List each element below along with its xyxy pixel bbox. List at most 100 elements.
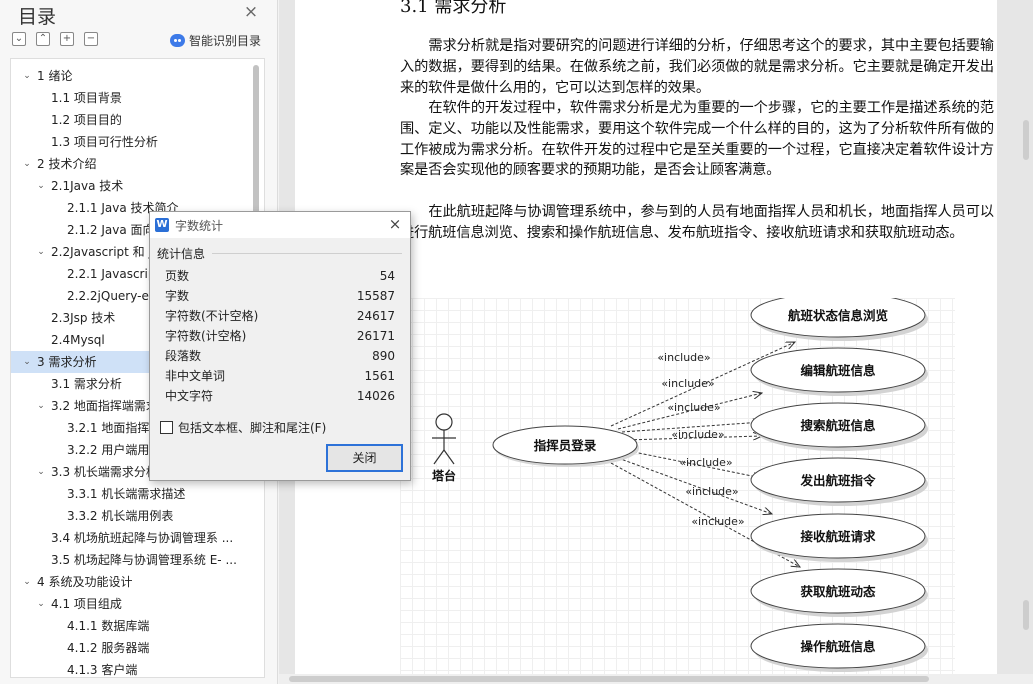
include-label: «include» (679, 456, 732, 469)
chevron-down-icon[interactable]: ⌄ (35, 395, 47, 417)
toc-item[interactable]: 3.3.1 机长端需求描述 (11, 483, 249, 505)
toc-item[interactable]: ⌄ 4.1 项目组成 (11, 593, 249, 615)
toc-item[interactable]: 4.1.3 客户端 (11, 659, 249, 677)
toc-item[interactable]: ⌄ 4 系统及功能设计 (11, 571, 249, 593)
horizontal-scroll-thumb[interactable] (289, 676, 929, 682)
toc-item[interactable]: 1.3 项目可行性分析 (11, 131, 249, 153)
chevron-down-icon[interactable]: ⌄ (35, 241, 47, 263)
chevron-down-icon[interactable]: ⌄ (21, 65, 33, 87)
wps-writer-icon: W (155, 218, 169, 232)
stat-label: 字符数(计空格) (165, 329, 247, 343)
expand-all-button[interactable]: ⌃ (36, 32, 50, 46)
toc-item-label: 2.2.1 Javascript (67, 267, 161, 281)
stat-row: 段落数 890 (165, 346, 395, 366)
stat-label: 非中文单词 (165, 369, 226, 383)
stat-value: 24617 (356, 309, 395, 323)
use-case-label: 获取航班动态 (800, 584, 876, 599)
use-case-label: 航班状态信息浏览 (788, 308, 888, 323)
toc-item[interactable]: 3.5 机场起降与协调管理系统 E- ... (11, 549, 249, 571)
use-case-diagram: «include» «include» «include» «include» «inc… (400, 298, 955, 684)
use-case-label: 编辑航班信息 (800, 363, 876, 378)
paragraph: 需求分析就是指对要研究的问题进行详细的分析，仔细思考这个的要求，其中主要包括要输… (400, 38, 994, 96)
word-count-dialog: W 字数统计 × 统计信息 页数 54 字数 15587 字符数(不计空格) 24617 字… (149, 211, 411, 481)
toc-item-label: 3.3.1 机长端需求描述 (67, 487, 186, 501)
section-divider (212, 253, 402, 254)
toc-item-label: 3.2.2 用户端用例 (67, 443, 162, 457)
stat-row: 页数 54 (165, 266, 395, 286)
chevron-down-icon[interactable]: ⌄ (35, 593, 47, 615)
add-heading-button[interactable]: + (60, 32, 74, 46)
toc-item[interactable]: 3.4 机场航班起降与协调管理系 ... (11, 527, 249, 549)
use-case-label: 搜索航班信息 (800, 418, 876, 433)
toc-item-label: 1.3 项目可行性分析 (51, 135, 158, 149)
include-label: «include» (691, 515, 744, 528)
toc-item[interactable]: 1.1 项目背景 (11, 87, 249, 109)
chevron-down-icon[interactable]: ⌄ (21, 153, 33, 175)
remove-heading-button[interactable]: − (84, 32, 98, 46)
stat-value: 26171 (356, 329, 395, 343)
toc-item-label: 2.1.2 Java 面向 (67, 223, 155, 237)
toc-item[interactable]: ⌄ 1 绪论 (11, 65, 249, 87)
toc-item-label: 3.2 地面指挥端需求 (51, 399, 158, 413)
close-icon[interactable]: × (386, 215, 404, 233)
toc-item-label: 2.2Javascript 和 jQ (51, 245, 162, 259)
chevron-down-icon[interactable]: ⌄ (35, 461, 47, 483)
checkbox-box[interactable] (160, 421, 173, 434)
actor-figure (432, 413, 456, 465)
include-textbox-footnote-checkbox[interactable]: 包括文本框、脚注和尾注(F) (160, 419, 326, 436)
toc-item-label: 3.4 机场航班起降与协调管理系 ... (51, 531, 234, 545)
toc-item[interactable]: 4.1.2 服务器端 (11, 637, 249, 659)
robot-icon (170, 33, 185, 47)
checkbox-label: 包括文本框、脚注和尾注(F) (178, 421, 327, 435)
toc-item[interactable]: 4.1.1 数据库端 (11, 615, 249, 637)
include-label: «include» (685, 485, 738, 498)
chevron-down-icon[interactable]: ⌄ (21, 571, 33, 593)
stat-label: 段落数 (165, 349, 202, 363)
chevron-down-icon[interactable]: ⌄ (21, 351, 33, 373)
stat-value: 1561 (364, 369, 395, 383)
toc-item-label: 1.2 项目目的 (51, 113, 122, 127)
toc-item-label: 3.2.1 地面指挥端 (67, 421, 162, 435)
smart-toc-label: 智能识别目录 (189, 33, 262, 48)
stat-label: 字符数(不计空格) (165, 309, 259, 323)
dialog-titlebar[interactable]: W 字数统计 × (150, 212, 410, 238)
stat-row: 字数 15587 (165, 286, 395, 306)
toc-item-label: 4.1 项目组成 (51, 597, 122, 611)
close-icon[interactable]: × (242, 3, 260, 21)
collapse-all-button[interactable]: ⌄ (12, 32, 26, 46)
dialog-title: 字数统计 (175, 219, 224, 233)
chevron-down-icon[interactable]: ⌄ (35, 175, 47, 197)
toc-item-label: 4.1.1 数据库端 (67, 619, 150, 633)
stat-row: 字符数(计空格) 26171 (165, 326, 395, 346)
toc-item[interactable]: ⌄ 2 技术介绍 (11, 153, 249, 175)
stat-value: 15587 (356, 289, 395, 303)
toc-item-label: 1.1 项目背景 (51, 91, 122, 105)
toc-item[interactable]: 3.3.2 机长端用例表 (11, 505, 249, 527)
close-button[interactable]: 关闭 (326, 444, 403, 472)
paragraph: 在软件的开发过程中，软件需求分析是尤为重要的一个步骤，它的主要工作是描述系统的范… (400, 100, 994, 179)
include-label: «include» (667, 401, 720, 414)
use-case-label: 操作航班信息 (800, 639, 876, 654)
toc-item-label: 1 绪论 (37, 69, 73, 83)
stat-label: 中文字符 (165, 389, 214, 403)
smart-toc-button[interactable]: 智能识别目录 (170, 32, 261, 48)
stat-value: 54 (379, 269, 395, 283)
stat-value: 14026 (356, 389, 395, 403)
include-label: «include» (671, 428, 724, 441)
toc-item-label: 2.1Java 技术 (51, 179, 124, 193)
toc-item-label: 3.1 需求分析 (51, 377, 122, 391)
stat-value: 890 (372, 349, 395, 363)
stat-row: 字符数(不计空格) 24617 (165, 306, 395, 326)
toc-item[interactable]: ⌄ 2.1Java 技术 (11, 175, 249, 197)
toc-item[interactable]: 1.2 项目目的 (11, 109, 249, 131)
paragraph: 在此航班起降与协调管理系统中，参与到的人员有地面指挥人员和机长，地面指挥人员可以… (400, 204, 994, 241)
use-case-label: 发出航班指令 (799, 473, 876, 488)
statistics-section-label: 统计信息 (157, 247, 206, 261)
toc-item-label: 3.3 机长端需求分析 (51, 465, 158, 479)
use-case-label: 接收航班请求 (800, 529, 876, 544)
toc-item-label: 3.3.2 机长端用例表 (67, 509, 174, 523)
stat-row: 中文字符 14026 (165, 386, 395, 406)
vertical-scrollbar[interactable] (1021, 0, 1031, 684)
toc-item-label: 4.1.2 服务器端 (67, 641, 150, 655)
toc-item-label: 3.5 机场起降与协调管理系统 E- ... (51, 553, 237, 567)
